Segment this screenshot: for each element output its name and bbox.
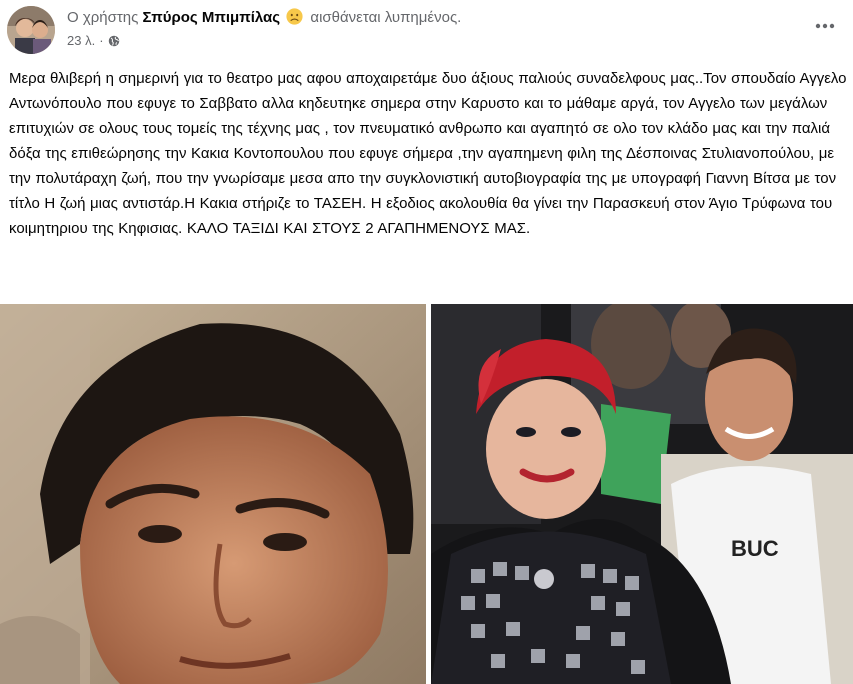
photo-right[interactable]: BUC <box>431 304 853 684</box>
author-avatar[interactable] <box>7 6 55 54</box>
author-name-link[interactable]: Σπύρος Μπιμπίλας <box>143 9 281 26</box>
sad-face-emoji-icon <box>286 8 303 25</box>
feeling-text: αισθάνεται λυπημένος. <box>310 9 462 26</box>
more-options-icon <box>815 23 835 29</box>
portrait-man-image <box>0 304 426 684</box>
meta-separator: · <box>99 33 104 48</box>
post-timestamp-link[interactable]: 23 λ. <box>67 33 95 49</box>
more-options-button[interactable] <box>811 12 839 40</box>
shirt-text: BUC <box>731 536 779 561</box>
post-header: Ο χρήστης Σπύρος Μπιμπίλας αισθάνεται λυ… <box>0 0 853 62</box>
photo-left[interactable] <box>0 304 426 684</box>
header-prefix: Ο χρήστης <box>67 9 143 26</box>
post-header-line: Ο χρήστης Σπύρος Μπιμπίλας αισθάνεται λυ… <box>67 8 461 28</box>
globe-icon[interactable] <box>108 35 120 47</box>
photo-grid: BUC <box>0 304 853 684</box>
event-photo-image: BUC <box>431 304 853 684</box>
post-body-text: Μερα θλιβερή η σημερινή για το θεατρο μα… <box>9 70 847 237</box>
post-meta: 23 λ. · <box>67 33 120 49</box>
